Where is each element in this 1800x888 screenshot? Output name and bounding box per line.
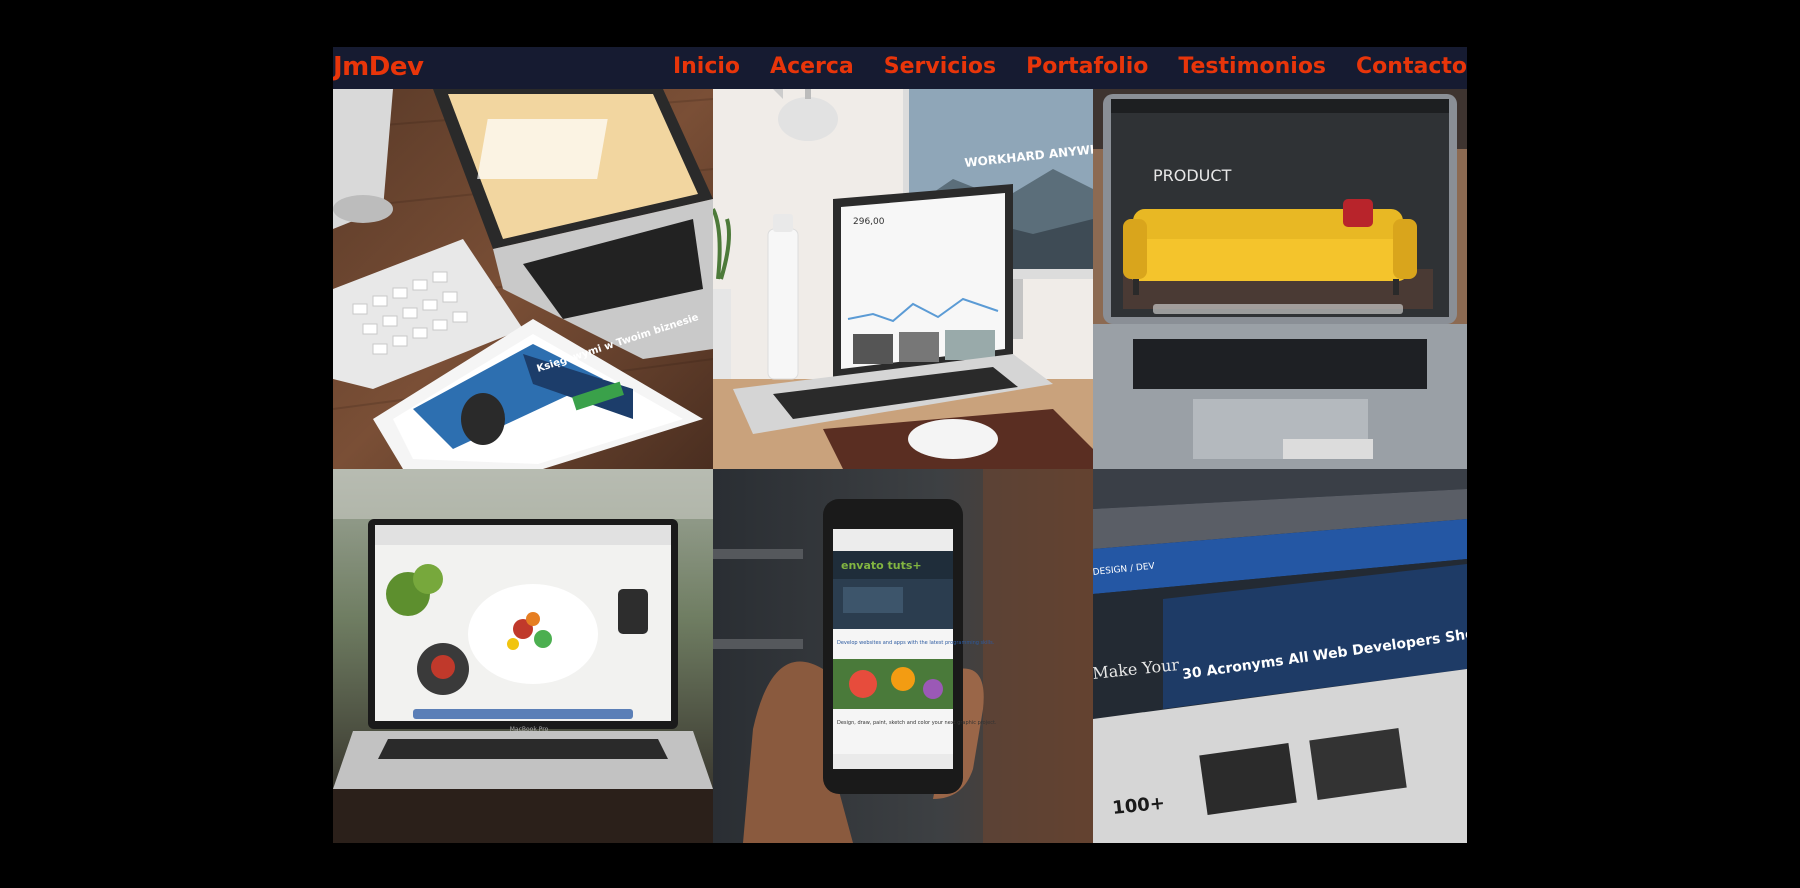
browser-viewport: JmDev Inicio Acerca Servicios Portafolio… bbox=[0, 0, 1800, 888]
gallery-image-desk-laptop-tablet[interactable]: Księgowymi w Twoim biznesie bbox=[333, 89, 713, 469]
envato-design-text: Design, draw, paint, sketch and color yo… bbox=[837, 720, 997, 726]
nav-link-servicios[interactable]: Servicios bbox=[884, 51, 996, 83]
main-nav: Inicio Acerca Servicios Portafolio Testi… bbox=[643, 51, 1467, 83]
nav-link-contacto[interactable]: Contacto bbox=[1356, 51, 1467, 83]
gallery-image-monitor-article[interactable]: DESIGN / DEV 30 Acronyms All Web Develop… bbox=[1093, 469, 1467, 843]
navbar: JmDev Inicio Acerca Servicios Portafolio… bbox=[333, 47, 1467, 89]
envato-code-text: Develop websites and apps with the lates… bbox=[837, 640, 995, 646]
nav-link-acerca[interactable]: Acerca bbox=[770, 51, 854, 83]
envato-logo-text: envato tuts+ bbox=[841, 559, 922, 572]
gallery-image-phone-envato[interactable]: envato tuts+ Develop websites and apps w… bbox=[713, 469, 1093, 843]
brand-logo[interactable]: JmDev bbox=[333, 50, 424, 84]
portfolio-gallery: Księgowymi w Twoim biznesie WORKHARD ANY… bbox=[333, 89, 1467, 843]
nav-link-portafolio[interactable]: Portafolio bbox=[1026, 51, 1148, 83]
nav-link-inicio[interactable]: Inicio bbox=[673, 51, 740, 83]
nav-link-testimonios[interactable]: Testimonios bbox=[1178, 51, 1326, 83]
gallery-image-food-website-laptop[interactable]: MacBook Pro bbox=[333, 469, 713, 843]
laptop-screen-text: 296,00 bbox=[853, 217, 885, 227]
gallery-image-product-sofa[interactable]: PRODUCT bbox=[1093, 89, 1467, 469]
website: JmDev Inicio Acerca Servicios Portafolio… bbox=[333, 47, 1467, 843]
gallery-image-workhard-anywhere[interactable]: WORKHARD ANYWHERE 296,00 bbox=[713, 89, 1093, 469]
product-screen-text: PRODUCT bbox=[1153, 166, 1232, 185]
